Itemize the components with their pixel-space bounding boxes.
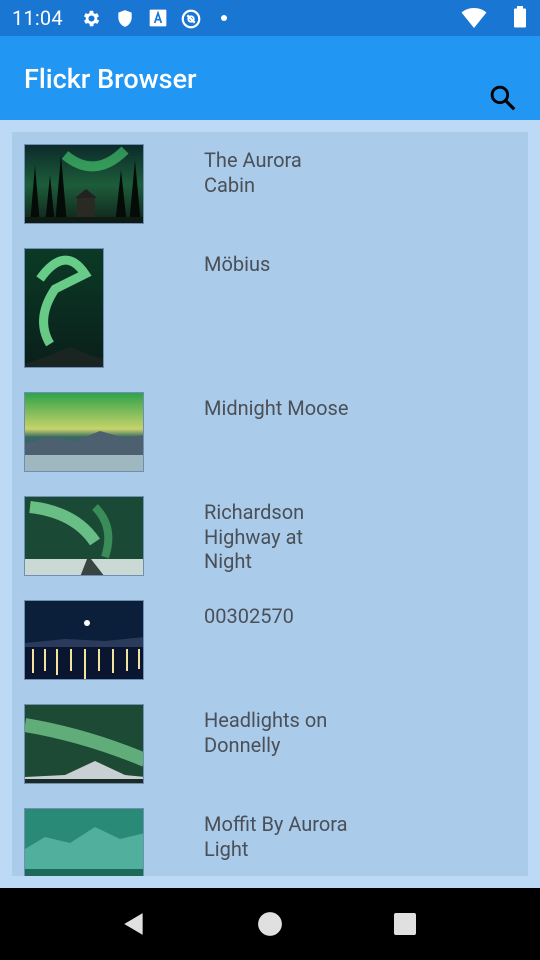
photo-thumbnail bbox=[24, 392, 144, 472]
recents-icon bbox=[394, 913, 416, 935]
app-bar: Flickr Browser bbox=[0, 36, 540, 120]
photo-title: The Aurora Cabin bbox=[204, 148, 302, 197]
status-bar: 11:04 bbox=[0, 0, 540, 36]
back-icon bbox=[124, 913, 143, 935]
app-title: Flickr Browser bbox=[24, 63, 197, 95]
photo-thumbnail bbox=[24, 704, 144, 784]
at-sign-icon bbox=[181, 9, 201, 29]
photo-thumbnail bbox=[24, 248, 104, 368]
search-icon bbox=[490, 85, 516, 111]
home-button[interactable] bbox=[256, 910, 284, 938]
navigation-bar bbox=[0, 888, 540, 960]
photo-title: Midnight Moose bbox=[204, 396, 349, 420]
photo-thumbnail bbox=[24, 144, 144, 224]
status-time: 11:04 bbox=[12, 6, 63, 30]
photo-title: 00302570 bbox=[204, 604, 294, 628]
search-button[interactable] bbox=[486, 81, 520, 115]
photo-list[interactable]: The Aurora Cabin Möbius Midnight Moose R… bbox=[12, 132, 528, 876]
back-button[interactable] bbox=[120, 910, 148, 938]
photo-title: Headlights on Donnelly bbox=[204, 708, 328, 757]
photo-thumbnail bbox=[24, 600, 144, 680]
list-item[interactable]: Möbius bbox=[12, 236, 528, 380]
list-item[interactable]: Richardson Highway at Night bbox=[12, 484, 528, 588]
content-area: The Aurora Cabin Möbius Midnight Moose R… bbox=[0, 120, 540, 888]
photo-thumbnail bbox=[24, 808, 144, 876]
list-item[interactable]: 00302570 bbox=[12, 588, 528, 692]
photo-title: Möbius bbox=[204, 252, 271, 276]
list-item[interactable]: The Aurora Cabin bbox=[12, 132, 528, 236]
gear-icon bbox=[83, 10, 100, 27]
shield-icon bbox=[118, 10, 132, 27]
photo-title: Richardson Highway at Night bbox=[204, 500, 305, 573]
wifi-icon bbox=[461, 8, 487, 28]
list-item[interactable]: Midnight Moose bbox=[12, 380, 528, 484]
home-icon bbox=[258, 912, 282, 936]
text-a-icon bbox=[149, 9, 167, 27]
dot-icon bbox=[221, 15, 227, 21]
photo-thumbnail bbox=[24, 496, 144, 576]
battery-icon bbox=[514, 6, 526, 28]
list-item[interactable]: Headlights on Donnelly bbox=[12, 692, 528, 796]
recents-button[interactable] bbox=[391, 910, 419, 938]
list-item[interactable]: Moffit By Aurora Light bbox=[12, 796, 528, 876]
photo-title: Moffit By Aurora Light bbox=[204, 812, 348, 861]
